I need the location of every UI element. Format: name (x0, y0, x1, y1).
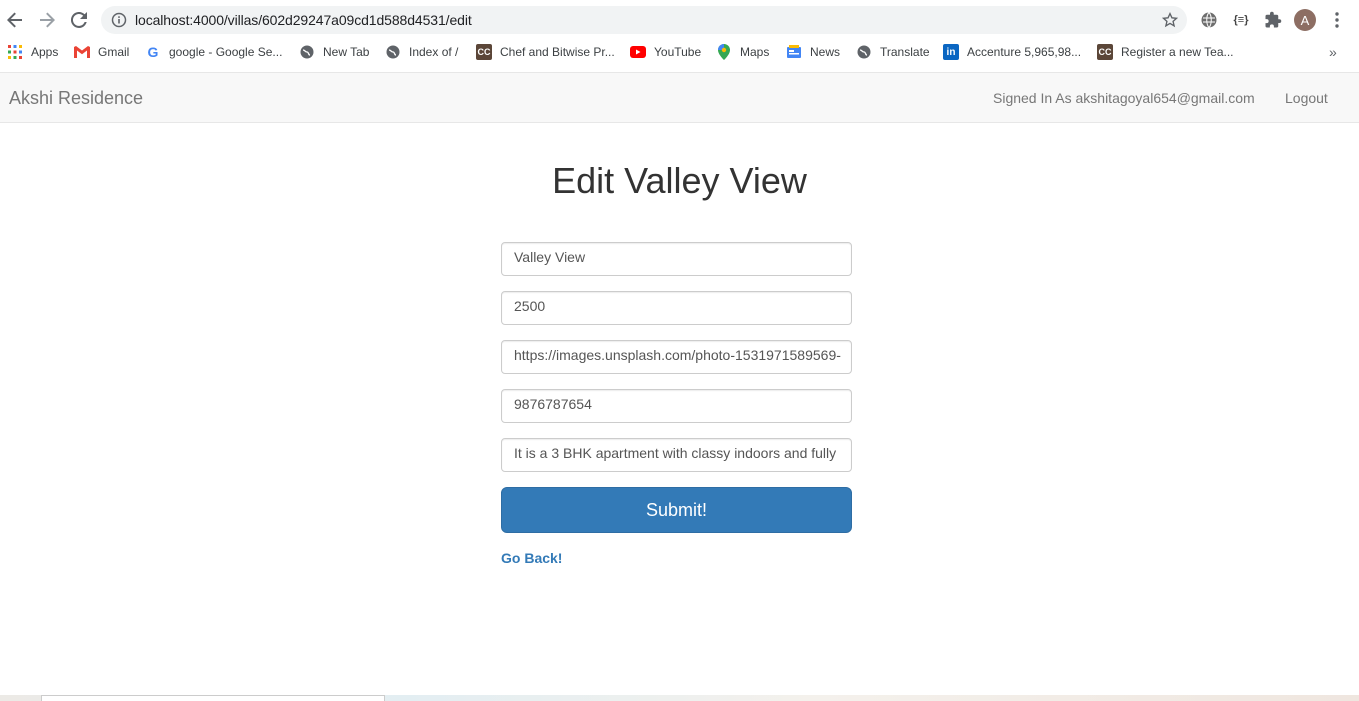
site-info-icon[interactable] (111, 12, 127, 28)
bookmark-news[interactable]: News (786, 43, 840, 61)
submit-button[interactable]: Submit! (501, 487, 852, 533)
bookmarks-bar: Apps Gmail G google - Google Se... New T… (0, 40, 1359, 64)
bookmark-label: Gmail (98, 45, 130, 59)
globe-icon (856, 44, 872, 60)
reload-icon[interactable] (67, 8, 91, 32)
page-title: Edit Valley View (552, 160, 807, 201)
villa-name-input[interactable]: Valley View (501, 242, 852, 276)
codechef-icon: CC (476, 44, 492, 60)
google-icon: G (147, 44, 159, 60)
bookmark-label: Accenture 5,965,98... (967, 45, 1082, 59)
url-text[interactable]: localhost:4000/villas/602d29247a09cd1d58… (135, 12, 472, 28)
bookmark-register-team[interactable]: CC Register a new Tea... (1097, 43, 1234, 61)
bookmark-apps[interactable]: Apps (7, 43, 58, 61)
bottom-panel-edge (41, 695, 385, 701)
globe-icon (385, 44, 401, 60)
bookmark-label: Index of / (409, 45, 459, 59)
villa-phone-input[interactable]: 9876787654 (501, 389, 852, 423)
back-arrow-icon[interactable] (3, 8, 27, 32)
bookmark-label: YouTube (654, 45, 702, 59)
villa-description-input[interactable]: It is a 3 BHK apartment with classy indo… (501, 438, 852, 472)
bookmark-label: Translate (880, 45, 930, 59)
bookmark-label: Chef and Bitwise Pr... (500, 45, 615, 59)
bookmark-index-of[interactable]: Index of / (385, 43, 458, 61)
villa-image-url-input[interactable]: https://images.unsplash.com/photo-153197… (501, 340, 852, 374)
forward-arrow-icon[interactable] (35, 8, 59, 32)
bookmarks-overflow-chevron-icon[interactable]: » (1329, 44, 1337, 60)
logout-link[interactable]: Logout (1285, 90, 1328, 106)
villa-price-input[interactable]: 2500 (501, 291, 852, 325)
bookmark-new-tab[interactable]: New Tab (299, 43, 369, 61)
youtube-icon (630, 44, 646, 60)
bookmark-star-icon[interactable] (1161, 11, 1179, 29)
bookmark-label: Apps (31, 45, 59, 59)
news-icon (786, 44, 802, 60)
bookmark-label: New Tab (323, 45, 370, 59)
bookmark-youtube[interactable]: YouTube (630, 43, 701, 61)
profile-avatar[interactable]: A (1294, 9, 1316, 31)
extension-globe-icon[interactable] (1199, 10, 1219, 30)
browser-toolbar: localhost:4000/villas/602d29247a09cd1d58… (0, 0, 1359, 40)
bookmark-codechef[interactable]: CC Chef and Bitwise Pr... (476, 43, 615, 61)
globe-icon (299, 44, 315, 60)
bookmark-translate[interactable]: Translate (856, 43, 930, 61)
bookmark-label: google - Google Se... (169, 45, 283, 59)
app-navbar: Akshi Residence Signed In As akshitagoya… (0, 72, 1359, 123)
bookmark-accenture[interactable]: in Accenture 5,965,98... (943, 43, 1081, 61)
bookmark-maps[interactable]: Maps (716, 43, 769, 61)
extensions-puzzle-icon[interactable] (1263, 10, 1283, 30)
maps-pin-icon (716, 44, 732, 60)
apps-grid-icon (7, 44, 23, 60)
signed-in-label: Signed In As akshitagoyal654@gmail.com (993, 90, 1255, 106)
address-bar[interactable]: localhost:4000/villas/602d29247a09cd1d58… (101, 6, 1187, 34)
go-back-link[interactable]: Go Back! (501, 550, 562, 566)
extension-json-icon[interactable]: {≡} (1231, 10, 1251, 30)
navbar-brand[interactable]: Akshi Residence (9, 88, 143, 109)
bookmark-google-search[interactable]: G google - Google Se... (145, 43, 283, 61)
menu-kebab-icon[interactable] (1327, 10, 1347, 30)
bookmark-label: News (810, 45, 841, 59)
bookmark-gmail[interactable]: Gmail (74, 43, 129, 61)
bookmark-label: Maps (740, 45, 770, 59)
gmail-icon (74, 44, 90, 60)
codechef-icon: CC (1097, 44, 1113, 60)
linkedin-icon: in (943, 44, 959, 60)
bookmark-label: Register a new Tea... (1121, 45, 1234, 59)
